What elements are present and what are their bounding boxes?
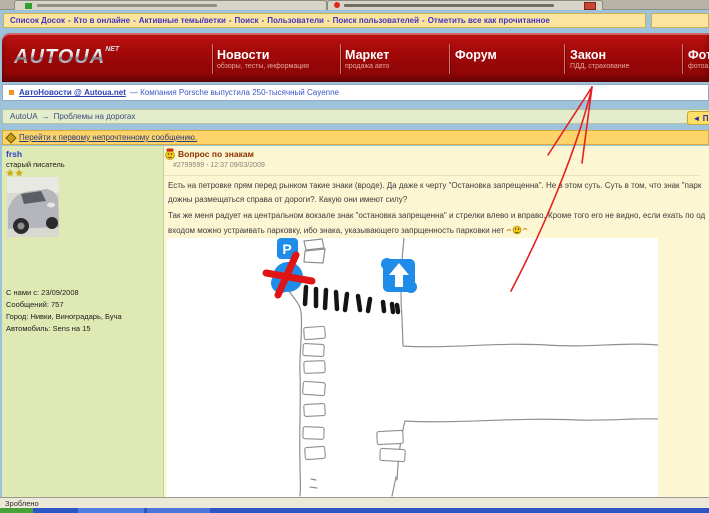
menu-item-law[interactable]: Закон ПДД, страхование — [570, 48, 629, 70]
menu-item-news[interactable]: Новости обзоры, тесты, информация — [217, 48, 309, 70]
author-messages: Сообщений: 757 — [6, 300, 64, 309]
menu-item-photo[interactable]: Фото фотоал — [688, 48, 709, 70]
menu-divider — [340, 44, 341, 74]
author-car: Автомобиль: Sens на 15 — [6, 324, 91, 333]
post-meta: #2799599 - 12:37 09/03/2009 — [173, 162, 265, 169]
menu-sublabel: продажа авто — [345, 63, 389, 70]
news-bar: АвтоНовости @ Autoua.net — Компания Pors… — [2, 84, 709, 101]
menu-label: Маркет — [345, 48, 389, 62]
author-city: Город: Нивки, Виноградарь, Буча — [6, 312, 122, 321]
tab-title-placeholder — [37, 4, 217, 7]
menu-item-market[interactable]: Маркет продажа авто — [345, 48, 389, 70]
tab-title-placeholder — [344, 4, 554, 7]
start-button[interactable] — [0, 508, 33, 513]
road-sketch-svg: P — [167, 238, 658, 497]
smiley-icon — [164, 148, 176, 160]
browser-tab[interactable] — [14, 0, 327, 10]
menu-sublabel: ПДД, страхование — [570, 63, 629, 70]
breadcrumb: AutoUA → Проблемы на дорогах ◄ П — [2, 109, 709, 124]
link-who-online[interactable]: Кто в онлайне — [74, 16, 130, 25]
author-sidebar: frsh старый писатель ★★ С нами с: 23/09/… — [2, 146, 164, 497]
menu-label: Форум — [455, 48, 497, 62]
tab-close-icon[interactable] — [584, 2, 596, 10]
post-body-line: Есть на петровке прям перед рынком такие… — [168, 181, 701, 190]
logo-suffix: NET — [105, 46, 119, 53]
breadcrumb-arrow: → — [42, 112, 50, 121]
menu-divider — [212, 44, 213, 74]
status-text: Зроблено — [5, 499, 39, 508]
news-bullet-icon — [9, 90, 14, 95]
link-user-search[interactable]: Поиск пользователей — [333, 16, 419, 25]
jump-bar: Перейти к первому непрочтенному сообщени… — [2, 130, 709, 145]
news-source-link[interactable]: АвтоНовости @ Autoua.net — [19, 88, 126, 97]
browser-tab-active[interactable] — [327, 0, 603, 10]
taskbar-button[interactable] — [147, 508, 210, 513]
link-separator: - — [422, 16, 425, 25]
link-mark-all-read[interactable]: Отметить все как прочитанное — [428, 16, 550, 25]
site-logo[interactable]: AUTOUANET — [14, 46, 119, 69]
breadcrumb-section[interactable]: Проблемы на дорогах — [54, 112, 136, 121]
post-body-line: дожны размещаться справа от дороги?. Как… — [168, 195, 407, 204]
menu-item-forum[interactable]: Форум — [455, 48, 497, 63]
menu-label: Новости — [217, 48, 309, 62]
logo-text: AUTOUA — [14, 46, 105, 68]
forum-post: frsh старый писатель ★★ С нами с: 23/09/… — [2, 146, 709, 497]
menu-divider — [564, 44, 565, 74]
forum-links-bar: Список Досок- Кто в онлайне- Активные те… — [3, 13, 646, 28]
link-active-topics[interactable]: Активные темы/ветки — [139, 16, 226, 25]
road-sketch-image: P — [167, 238, 658, 497]
author-joined: С нами с: 23/09/2008 — [6, 288, 79, 297]
post-body-line: Так же меня радует на центральном вокзал… — [168, 211, 705, 220]
menu-divider — [682, 44, 683, 74]
link-separator: - — [68, 16, 71, 25]
author-name-link[interactable]: frsh — [6, 149, 22, 159]
link-separator: - — [327, 16, 330, 25]
menu-divider — [449, 44, 450, 74]
link-search[interactable]: Поиск — [235, 16, 259, 25]
menu-label: Фото — [688, 48, 709, 62]
link-separator: - — [262, 16, 265, 25]
jump-arrow-icon — [5, 132, 16, 143]
browser-page: Список Досок- Кто в онлайне- Активные те… — [0, 0, 709, 513]
news-headline[interactable]: — Компания Porsche выпустила 250-тысячны… — [130, 88, 339, 97]
menu-sublabel: обзоры, тесты, информация — [217, 63, 309, 70]
menu-label: Закон — [570, 48, 629, 62]
prev-topic-button[interactable]: ◄ П — [687, 111, 709, 125]
author-avatar-car-photo — [7, 177, 59, 237]
jump-to-unread-link[interactable]: Перейти к первому непрочтенному сообщени… — [19, 133, 197, 142]
site-header: AUTOUANET Новости обзоры, тесты, информа… — [2, 33, 709, 82]
forum-links-bar-right — [651, 13, 709, 28]
link-users[interactable]: Пользователи — [267, 16, 324, 25]
post-title: Вопрос по знакам — [178, 149, 254, 159]
menu-sublabel: фотоал — [688, 63, 709, 70]
taskbar-button[interactable] — [78, 508, 144, 513]
taskbar — [0, 508, 709, 513]
breadcrumb-site-link[interactable]: AutoUA — [10, 112, 38, 121]
tab-favicon-red — [334, 2, 340, 8]
post-content: Вопрос по знакам #2799599 - 12:37 09/03/… — [164, 146, 705, 497]
svg-text:P: P — [282, 241, 291, 257]
dizzy-emoticon — [506, 225, 528, 235]
post-body-text: входом можно устраивать парковку, ибо зн… — [168, 226, 504, 235]
post-divider — [164, 175, 699, 176]
link-board-list[interactable]: Список Досок — [10, 16, 65, 25]
browser-tab-strip — [0, 0, 709, 10]
link-separator: - — [229, 16, 232, 25]
straight-ahead-sign — [381, 258, 417, 293]
link-separator: - — [133, 16, 136, 25]
post-body-line: входом можно устраивать парковку, ибо зн… — [168, 225, 528, 235]
tab-favicon-green — [25, 3, 32, 9]
